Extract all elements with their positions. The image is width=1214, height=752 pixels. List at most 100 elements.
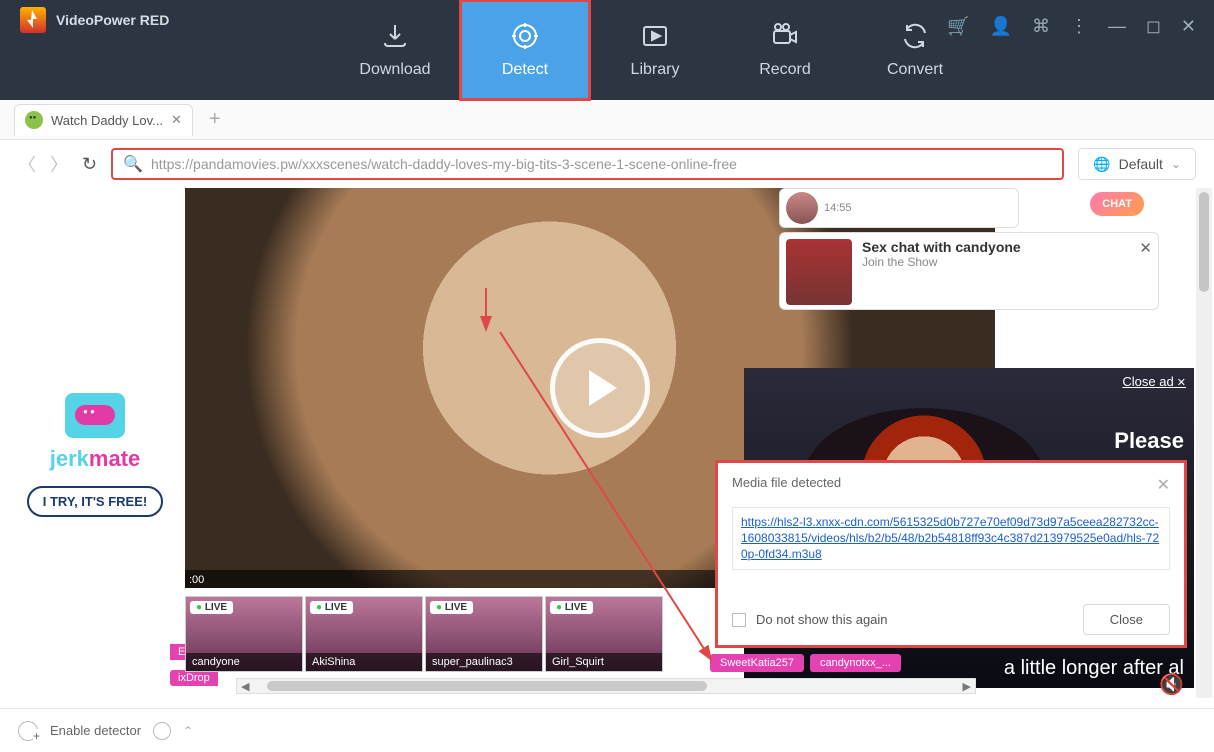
ad-caption: a little longer after al [1004,657,1184,680]
live-name: super_paulinac3 [426,653,542,671]
minimize-icon[interactable]: — [1108,16,1126,37]
live-badge: LIVE [190,601,233,614]
app-title: VideoPower RED [56,12,169,28]
sidebar-promo: jerkmate I TRY, IT'S FREE! [25,393,165,517]
live-cam-card[interactable]: LIVE super_paulinac3 [425,596,543,672]
scrollbar-thumb[interactable] [1199,192,1209,292]
language-select[interactable]: 🌐 Default ⌄ [1078,148,1196,180]
dialog-close-icon[interactable]: ✕ [1157,475,1170,495]
scroll-right-icon[interactable]: ▶ [963,680,971,693]
nav-tab-detect[interactable]: Detect [460,0,590,100]
convert-icon [900,21,930,51]
globe-icon: 🌐 [1093,156,1110,173]
titlebar: VideoPower RED Download Detect Library R… [0,0,1214,100]
browser-tabstrip: Watch Daddy Lov... ✕ + [0,100,1214,140]
live-name: candyone [186,653,302,671]
source-label-2[interactable]: ixDrop [170,670,218,686]
live-cam-card[interactable]: LIVE Girl_Squirt [545,596,663,672]
nav-tab-library[interactable]: Library [590,0,720,100]
enable-detector-label[interactable]: Enable detector [50,723,141,738]
hscroll-thumb[interactable] [267,681,707,691]
tag-strip: SweetKatia257 candynotxx_... [710,654,901,672]
chevron-up-icon[interactable]: ⌃ [183,724,193,738]
ad-thumbnail [786,239,852,305]
ad-close-icon[interactable]: ✕ [1139,239,1152,303]
grid-icon[interactable]: ⌘ [1032,16,1050,37]
tab-title: Watch Daddy Lov... [51,113,163,128]
promo-cta-button[interactable]: I TRY, IT'S FREE! [27,486,163,517]
nav-tab-record[interactable]: Record [720,0,850,100]
close-icon[interactable]: ✕ [1181,16,1196,37]
library-icon [640,21,670,51]
live-name: AkiShina [306,653,422,671]
url-bar[interactable]: 🔍 [111,148,1064,180]
live-cam-card[interactable]: LIVE AkiShina [305,596,423,672]
live-badge: LIVE [550,601,593,614]
history-icon[interactable] [153,722,171,740]
nav-label: Record [759,61,811,79]
ad-headline: Please [1114,428,1184,454]
promo-logo-icon [65,393,125,438]
mute-icon[interactable]: 🔇 [1159,672,1184,697]
forward-button[interactable]: 〉 [50,151,68,177]
live-tag[interactable]: candynotxx_... [810,654,901,672]
nav-label: Download [359,61,430,79]
dont-show-checkbox[interactable]: Do not show this again [732,612,888,627]
promo-brand: jerkmate [25,446,165,472]
nav-label: Convert [887,61,943,79]
live-cam-strip: LIVE candyone LIVE AkiShina LIVE super_paulin… [185,596,663,672]
url-input[interactable] [151,156,1052,172]
ad-title: Sex chat with candyone [862,239,1129,255]
language-label: Default [1119,156,1163,172]
live-name: Girl_Squirt [546,653,662,671]
browser-tab[interactable]: Watch Daddy Lov... ✕ [14,104,193,136]
tab-favicon-icon [25,111,43,129]
user-icon[interactable]: 👤 [990,16,1012,37]
download-icon [380,21,410,51]
new-tab-button[interactable]: + [201,108,229,131]
back-button[interactable]: 〈 [18,151,36,177]
close-ad-button[interactable]: Close ad [1122,374,1186,389]
browser-toolbar: 〈 〉 ↻ 🔍 🌐 Default ⌄ [0,140,1214,188]
checkbox-label: Do not show this again [756,612,888,627]
app-logo-icon [20,7,46,33]
statusbar: Enable detector ⌃ [0,708,1214,752]
nav-tabs: Download Detect Library Record Convert [330,0,980,100]
ad-card-large[interactable]: Sex chat with candyone Join the Show ✕ [779,232,1159,310]
nav-label: Detect [502,61,548,79]
chat-badge[interactable]: CHAT [1090,192,1144,216]
live-cam-card[interactable]: LIVE candyone [185,596,303,672]
checkbox-icon [732,613,746,627]
ad-timestamp: 14:55 [824,202,852,214]
nav-label: Library [631,61,680,79]
media-detected-dialog: Media file detected ✕ https://hls2-l3.xn… [715,460,1187,648]
live-tag[interactable]: SweetKatia257 [710,654,804,672]
avatar-icon [786,192,818,224]
window-controls: 🛒 👤 ⌘ ⋮ — ◻ ✕ [947,16,1196,37]
tab-close-icon[interactable]: ✕ [171,112,182,128]
more-icon[interactable]: ⋮ [1070,16,1088,37]
video-time: :00 [189,574,204,586]
reload-button[interactable]: ↻ [82,154,97,175]
live-badge: LIVE [310,601,353,614]
detected-url-link[interactable]: https://hls2-l3.xnxx-cdn.com/5615325d0b7… [732,507,1170,570]
nav-tab-convert[interactable]: Convert [850,0,980,100]
nav-tab-download[interactable]: Download [330,0,460,100]
dialog-title: Media file detected [732,475,841,495]
dialog-close-button[interactable]: Close [1083,604,1170,635]
live-badge: LIVE [430,601,473,614]
detect-icon [510,21,540,51]
search-icon: 🔍 [123,154,143,174]
play-button[interactable] [550,338,650,438]
record-icon [770,21,800,51]
horizontal-scrollbar[interactable]: ◀ ▶ [236,678,976,694]
scroll-left-icon[interactable]: ◀ [241,680,249,693]
maximize-icon[interactable]: ◻ [1146,16,1161,37]
vertical-scrollbar[interactable] [1196,188,1212,698]
detector-icon[interactable] [18,721,38,741]
app-brand: VideoPower RED [0,0,169,40]
ad-subtitle: Join the Show [862,255,1129,269]
cart-icon[interactable]: 🛒 [947,16,969,37]
ad-card-small[interactable]: 14:55 [779,188,1019,228]
chevron-down-icon: ⌄ [1171,157,1181,171]
